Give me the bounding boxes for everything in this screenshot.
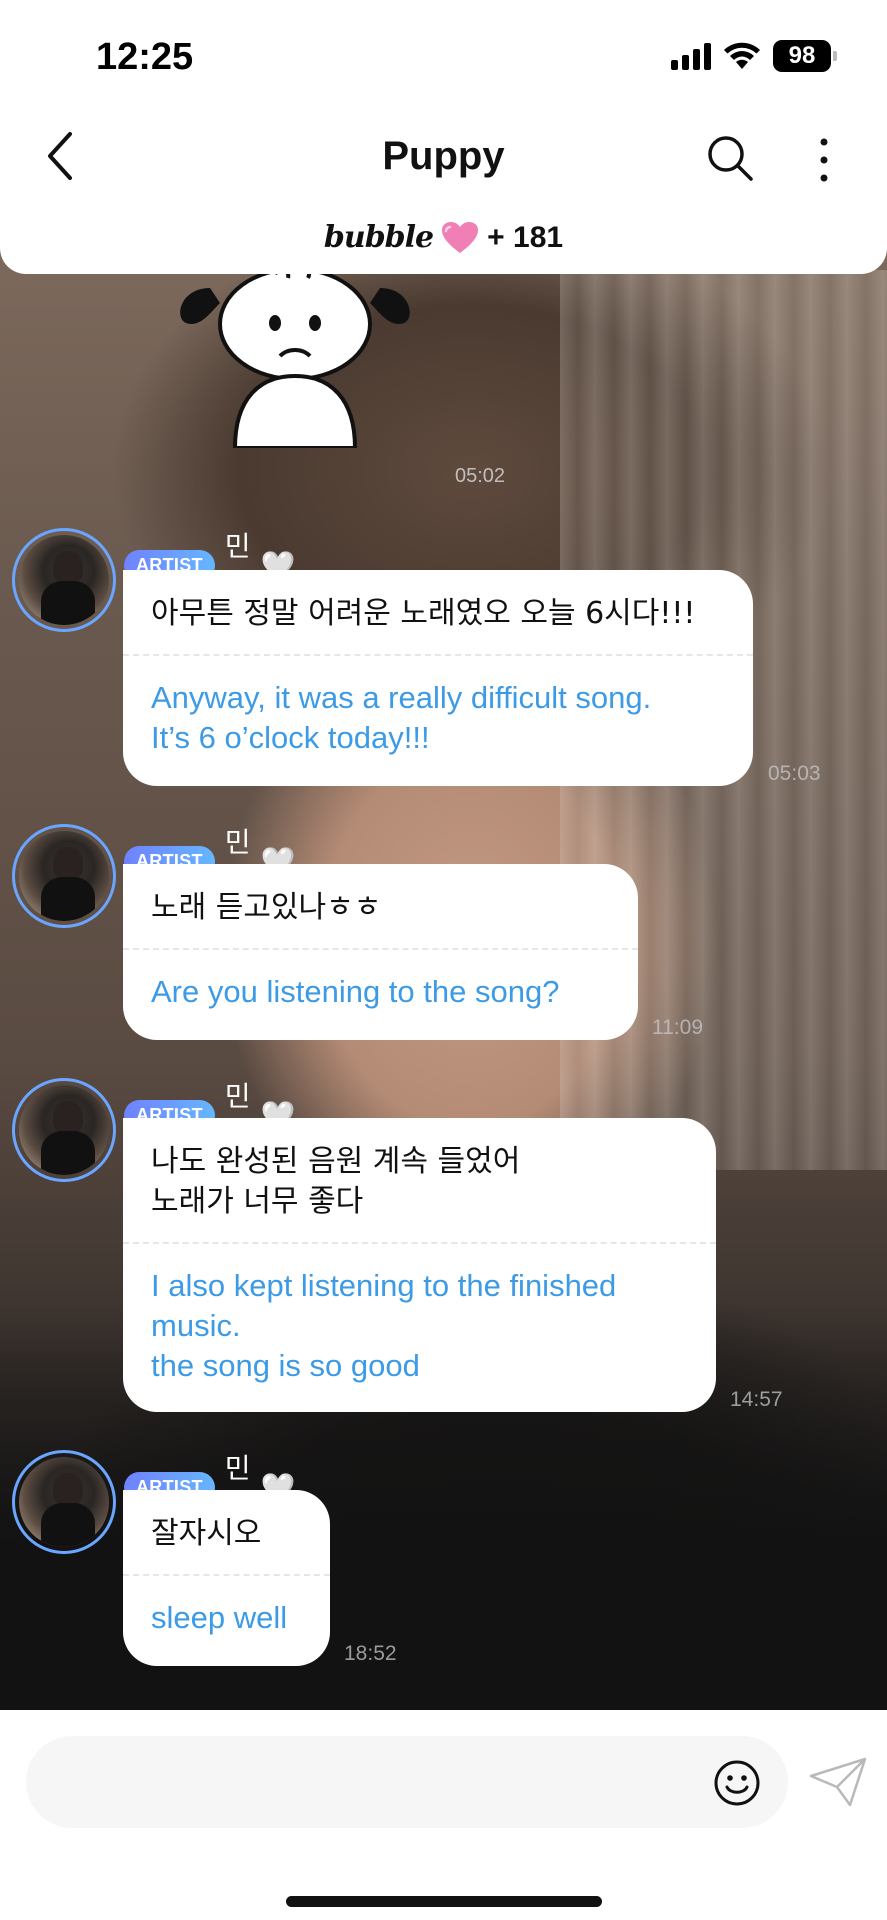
wifi-icon bbox=[724, 42, 760, 69]
avatar[interactable] bbox=[12, 528, 116, 632]
message-translation: Are you listening to the song? bbox=[151, 974, 560, 1009]
header: 12:25 98 Puppy bubble + 181 bbox=[0, 0, 887, 274]
avatar[interactable] bbox=[12, 1450, 116, 1554]
message-translation: sleep well bbox=[151, 1600, 288, 1635]
battery-indicator: 98 bbox=[773, 40, 837, 72]
bubble-count: + 181 bbox=[487, 220, 564, 254]
message-bubble[interactable]: 나도 완성된 음원 계속 들었어 노래가 너무 좋다 I also kept l… bbox=[123, 1118, 716, 1412]
message-original: 아무튼 정말 어려운 노래였오 오늘 6시다!!! bbox=[151, 596, 696, 631]
bubble-subscription-row[interactable]: bubble + 181 bbox=[0, 220, 887, 255]
more-vertical-icon[interactable] bbox=[812, 136, 836, 184]
message-original: 잘자시오 bbox=[151, 1516, 262, 1551]
message-original: 노래 듣고있나ㅎㅎ bbox=[151, 890, 382, 925]
message-original: 나도 완성된 음원 계속 들었어 노래가 너무 좋다 bbox=[151, 1144, 521, 1219]
message-bubble[interactable]: 잘자시오 sleep well bbox=[123, 1490, 330, 1666]
smiley-icon[interactable] bbox=[712, 1758, 762, 1808]
status-time: 12:25 bbox=[96, 36, 194, 78]
puppy-sticker bbox=[180, 268, 410, 448]
message-time: 11:09 bbox=[652, 1016, 703, 1039]
status-icons: 98 bbox=[671, 40, 837, 72]
message-time: 05:03 bbox=[768, 762, 821, 785]
message-translation: I also kept listening to the finished mu… bbox=[151, 1268, 617, 1383]
sticker-timestamp: 05:02 bbox=[455, 465, 506, 487]
message-bubble[interactable]: 노래 듣고있나ㅎㅎ Are you listening to the song? bbox=[123, 864, 638, 1040]
bubble-logo: bubble bbox=[323, 220, 434, 255]
paper-plane-icon[interactable] bbox=[808, 1756, 868, 1808]
composer-bar bbox=[0, 1710, 887, 1920]
message-time: 14:57 bbox=[730, 1388, 783, 1411]
signal-icon bbox=[671, 42, 711, 70]
message-input[interactable] bbox=[26, 1736, 788, 1828]
pink-heart-icon bbox=[442, 221, 479, 253]
avatar[interactable] bbox=[12, 824, 116, 928]
message-translation: Anyway, it was a really difficult song. … bbox=[151, 680, 652, 755]
search-icon[interactable] bbox=[706, 134, 754, 182]
message-bubble[interactable]: 아무튼 정말 어려운 노래였오 오늘 6시다!!! Anyway, it was… bbox=[123, 570, 753, 786]
message-time: 18:52 bbox=[344, 1642, 397, 1665]
avatar[interactable] bbox=[12, 1078, 116, 1182]
home-indicator bbox=[286, 1896, 602, 1907]
